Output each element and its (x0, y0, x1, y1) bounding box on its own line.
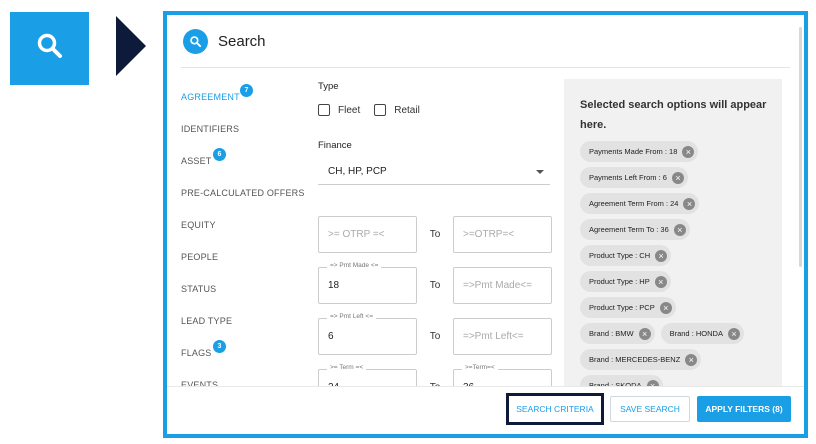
payments-made-range: => Pmt Made <= 18 To =>Pmt Made<= (318, 262, 552, 304)
finance-label: Finance (318, 140, 352, 151)
close-icon[interactable]: × (654, 275, 667, 288)
close-icon[interactable]: × (727, 327, 740, 340)
save-search-button[interactable]: SAVE SEARCH (610, 396, 690, 422)
nav-item-agreement[interactable]: AGREEMENT 7 (181, 81, 311, 113)
pointer-arrow-icon (116, 16, 146, 76)
type-options: Fleet Retail (318, 104, 553, 116)
search-icon (183, 28, 208, 54)
finance-select-value: CH, HP, PCP (328, 166, 387, 177)
nav-item-label: ASSET (181, 156, 212, 166)
retail-label: Retail (394, 104, 420, 116)
nav-item-label: LEAD TYPE (181, 316, 233, 326)
chip-label: Product Type : CH (589, 251, 651, 260)
to-label: To (429, 280, 441, 291)
nav-item-label: IDENTIFIERS (181, 124, 240, 134)
chip-label: Product Type : HP (589, 277, 650, 286)
close-icon[interactable]: × (655, 249, 668, 262)
count-badge: 3 (213, 340, 226, 353)
modal-scrollbar[interactable] (799, 27, 802, 267)
chip-label: Product Type : PCP (589, 303, 655, 312)
chip-label: Payments Left From : 6 (589, 173, 667, 182)
count-badge: 7 (240, 84, 253, 97)
filter-chip: Brand : BMW × (580, 323, 655, 344)
filter-chip: Product Type : PCP × (580, 297, 676, 318)
field-legend: >=Term=< (462, 364, 498, 371)
chip-label: Agreement Term To : 36 (589, 225, 669, 234)
close-icon[interactable]: × (659, 301, 672, 314)
nav-item-people[interactable]: PEOPLE (181, 241, 311, 273)
nav-item-equity[interactable]: EQUITY (181, 209, 311, 241)
otrp-to-input[interactable]: >=OTRP=< (453, 216, 552, 253)
nav-item-lead-type[interactable]: LEAD TYPE (181, 305, 311, 337)
filter-chip: Brand : HONDA × (660, 323, 744, 344)
nav-item-label: PRE-CALCULATED OFFERS (181, 188, 305, 198)
retail-checkbox[interactable] (374, 104, 387, 116)
field-legend: >= Term =< (327, 364, 367, 371)
modal-title: Search (218, 32, 266, 50)
selected-chip-list: Payments Made From : 18 × Payments Left F… (580, 141, 766, 396)
chip-label: Brand : MERCEDES-BENZ (589, 355, 681, 364)
chevron-down-icon (536, 169, 544, 174)
to-label: To (429, 229, 441, 240)
panel-title: Selected search options will appear here… (580, 99, 767, 131)
count-badge: 6 (213, 148, 226, 161)
field-legend: => Pmt Made <= (327, 262, 382, 269)
chip-label: Brand : BMW (589, 329, 634, 338)
chip-label: Payments Made From : 18 (589, 147, 678, 156)
nav-item-asset[interactable]: ASSET 6 (181, 145, 311, 177)
nav-item-label: FLAGS (181, 348, 212, 358)
selected-options-panel: Selected search options will appear here… (564, 79, 782, 399)
filter-chip: Brand : MERCEDES-BENZ × (580, 349, 702, 370)
to-label: To (429, 331, 441, 342)
modal-header: Search (167, 15, 804, 67)
search-launcher-button[interactable] (10, 12, 89, 85)
search-modal: Search AGREEMENT 7 IDENTIFIERS ASSET 6 P… (163, 11, 808, 438)
fleet-checkbox[interactable] (318, 104, 330, 116)
category-nav: AGREEMENT 7 IDENTIFIERS ASSET 6 PRE-CALC… (181, 81, 311, 401)
close-icon[interactable]: × (682, 145, 695, 158)
nav-item-pre-calculated-offers[interactable]: PRE-CALCULATED OFFERS (181, 177, 311, 209)
payments-made-to-input[interactable]: =>Pmt Made<= (453, 267, 552, 304)
payments-left-range: => Pmt Left <= 6 To =>Pmt Left<= (318, 313, 552, 355)
chip-label: Agreement Term From : 24 (589, 199, 679, 208)
search-criteria-button[interactable]: SEARCH CRITERIA (506, 393, 604, 425)
payments-left-to-input[interactable]: =>Pmt Left<= (453, 318, 552, 355)
filter-chip: Payments Left From : 6 × (580, 167, 688, 188)
chip-label: Brand : HONDA (669, 329, 723, 338)
modal-footer: SEARCH CRITERIA SAVE SEARCH APPLY FILTER… (167, 386, 804, 434)
filter-chip: Product Type : HP × (580, 271, 671, 292)
payments-left-from-input[interactable]: => Pmt Left <= 6 (318, 313, 417, 355)
search-icon (35, 31, 65, 66)
nav-item-status[interactable]: STATUS (181, 273, 311, 305)
field-legend: => Pmt Left <= (327, 313, 376, 320)
close-icon[interactable]: × (673, 223, 686, 236)
fleet-label: Fleet (338, 104, 361, 116)
nav-item-label: EQUITY (181, 220, 216, 230)
nav-item-label: PEOPLE (181, 252, 219, 262)
filter-chip: Agreement Term From : 24 × (580, 193, 700, 214)
close-icon[interactable]: × (685, 353, 698, 366)
filter-chip: Agreement Term To : 36 × (580, 219, 690, 240)
otrp-range: >= OTRP =< To >=OTRP=< (318, 216, 552, 253)
field-value: 6 (328, 331, 334, 342)
nav-item-identifiers[interactable]: IDENTIFIERS (181, 113, 311, 145)
nav-item-label: AGREEMENT (181, 92, 240, 102)
otrp-from-input[interactable]: >= OTRP =< (318, 216, 417, 253)
filter-chip: Payments Made From : 18 × (580, 141, 699, 162)
nav-item-flags[interactable]: FLAGS 3 (181, 337, 311, 369)
apply-filters-button[interactable]: APPLY FILTERS (8) (697, 396, 791, 422)
header-divider (181, 67, 790, 68)
payments-made-from-input[interactable]: => Pmt Made <= 18 (318, 262, 417, 304)
field-value: 18 (328, 280, 340, 291)
finance-select[interactable]: CH, HP, PCP (318, 159, 550, 185)
type-label: Type (318, 81, 339, 92)
agreement-form: Type Fleet Retail Finance CH, HP, PCP (318, 81, 553, 185)
close-icon[interactable]: × (671, 171, 684, 184)
close-icon[interactable]: × (683, 197, 696, 210)
close-icon[interactable]: × (638, 327, 651, 340)
filter-chip: Product Type : CH × (580, 245, 672, 266)
nav-item-label: STATUS (181, 284, 217, 294)
